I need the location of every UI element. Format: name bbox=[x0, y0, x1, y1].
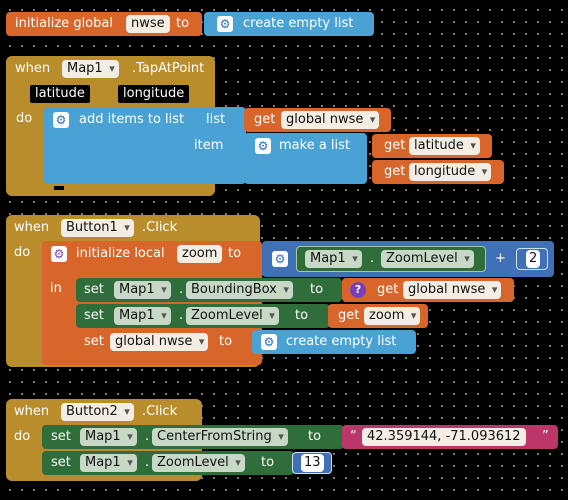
to-label: to bbox=[295, 308, 309, 323]
component-dropdown[interactable]: Map1 bbox=[114, 281, 171, 299]
statement-notch bbox=[54, 186, 64, 190]
get-longitude-block[interactable]: get longitude bbox=[372, 160, 504, 184]
make-a-list-label: make a list bbox=[279, 138, 351, 153]
to-label: to bbox=[308, 429, 322, 444]
get-label: get bbox=[384, 164, 406, 179]
mutator-gear-icon[interactable]: ⚙ bbox=[51, 246, 67, 262]
create-empty-list-label: create empty list bbox=[286, 334, 397, 349]
add-items-to-list-block[interactable]: ⚙ add items to list list item bbox=[44, 107, 246, 184]
dot-label: . bbox=[145, 455, 150, 470]
set-label: set bbox=[84, 334, 104, 349]
plus-operator: + bbox=[495, 251, 506, 266]
set-zoomlevel-block[interactable]: set Map1 . ZoomLevel to bbox=[42, 451, 294, 475]
get-label: get bbox=[254, 112, 276, 127]
create-empty-list-label: create empty list bbox=[243, 16, 354, 31]
number-field[interactable]: 13 bbox=[301, 454, 324, 472]
variable-dropdown[interactable]: global nwse bbox=[403, 281, 502, 299]
do-label: do bbox=[14, 245, 31, 260]
dot-label: . bbox=[145, 429, 150, 444]
item-socket-label: item bbox=[194, 138, 224, 153]
initialize-local-label: initialize local bbox=[76, 246, 165, 261]
get-global-nwse-block[interactable]: ? get global nwse bbox=[342, 278, 514, 302]
to-label: to bbox=[228, 246, 242, 261]
variable-dropdown[interactable]: global nwse bbox=[281, 111, 380, 129]
local-var-name-field[interactable]: zoom bbox=[177, 245, 223, 263]
to-label: to bbox=[261, 455, 275, 470]
set-label: set bbox=[51, 429, 71, 444]
get-label: get bbox=[377, 282, 399, 297]
set-label: set bbox=[84, 282, 104, 297]
set-zoomlevel-block[interactable]: set Map1 . ZoomLevel to bbox=[76, 304, 330, 328]
when-label: when bbox=[14, 404, 50, 419]
variable-dropdown[interactable]: zoom bbox=[364, 307, 421, 325]
mutator-gear-icon[interactable]: ⚙ bbox=[255, 138, 271, 154]
set-boundingbox-block[interactable]: set Map1 . BoundingBox to bbox=[76, 278, 342, 302]
component-dropdown[interactable]: Map1 bbox=[62, 60, 119, 78]
component-dropdown[interactable]: Map1 bbox=[114, 307, 171, 325]
do-label: do bbox=[16, 111, 33, 126]
param-latitude[interactable]: latitude bbox=[30, 85, 90, 103]
set-centerfromstring-block[interactable]: set Map1 . CenterFromString to bbox=[42, 425, 344, 449]
when-label: when bbox=[15, 61, 51, 76]
variable-dropdown[interactable]: global nwse bbox=[110, 333, 209, 351]
when-label: when bbox=[14, 220, 50, 235]
to-label: to bbox=[176, 16, 190, 31]
event-name: .Click bbox=[142, 220, 178, 235]
component-dropdown[interactable]: Map1 bbox=[80, 454, 137, 472]
create-empty-list-block[interactable]: ⚙ create empty list bbox=[204, 12, 374, 36]
component-dropdown[interactable]: Button1 bbox=[61, 219, 134, 237]
mutator-gear-icon[interactable]: ⚙ bbox=[261, 334, 277, 350]
component-dropdown[interactable]: Map1 bbox=[305, 250, 362, 268]
initialize-global-label: initialize global bbox=[15, 16, 113, 31]
variable-dropdown[interactable]: longitude bbox=[409, 163, 492, 181]
initialize-global-block[interactable]: initialize global nwse to bbox=[6, 12, 202, 36]
param-longitude[interactable]: longitude bbox=[118, 85, 190, 103]
open-quote: “ bbox=[350, 429, 357, 444]
get-latitude-block[interactable]: get latitude bbox=[372, 134, 492, 158]
global-var-name-field[interactable]: nwse bbox=[126, 15, 170, 33]
mutator-gear-icon[interactable]: ⚙ bbox=[53, 112, 69, 128]
set-label: set bbox=[84, 308, 104, 323]
create-empty-list-block[interactable]: ⚙ create empty list bbox=[252, 330, 416, 354]
add-items-label: add items to list bbox=[79, 112, 185, 127]
to-label: to bbox=[219, 334, 233, 349]
dot-label: . bbox=[179, 308, 184, 323]
map-zoomlevel-getter[interactable]: Map1 . ZoomLevel bbox=[296, 246, 486, 272]
component-dropdown[interactable]: Map1 bbox=[80, 428, 137, 446]
get-global-nwse-block[interactable]: get global nwse bbox=[244, 108, 391, 132]
close-quote: ” bbox=[542, 429, 549, 444]
property-dropdown[interactable]: ZoomLevel bbox=[152, 454, 245, 472]
event-name: .TapAtPoint bbox=[132, 61, 205, 76]
property-dropdown[interactable]: BoundingBox bbox=[186, 281, 293, 299]
mutator-gear-icon[interactable]: ⚙ bbox=[272, 251, 288, 267]
dot-label: . bbox=[370, 251, 375, 266]
text-string-block[interactable]: “ 42.359144, -71.093612 ” bbox=[342, 425, 558, 449]
to-label: to bbox=[310, 282, 324, 297]
set-label: set bbox=[51, 455, 71, 470]
property-dropdown[interactable]: ZoomLevel bbox=[381, 250, 474, 268]
property-dropdown[interactable]: CenterFromString bbox=[152, 428, 288, 446]
get-zoom-block[interactable]: get zoom bbox=[328, 304, 428, 328]
help-icon[interactable]: ? bbox=[350, 282, 366, 298]
number-block[interactable]: 2 bbox=[516, 248, 548, 270]
variable-dropdown[interactable]: latitude bbox=[409, 137, 480, 155]
in-label: in bbox=[50, 281, 62, 296]
dot-label: . bbox=[179, 282, 184, 297]
get-label: get bbox=[384, 138, 406, 153]
property-dropdown[interactable]: ZoomLevel bbox=[186, 307, 279, 325]
get-label: get bbox=[338, 308, 360, 323]
number-block[interactable]: 13 bbox=[292, 452, 332, 474]
event-name: .Click bbox=[142, 404, 178, 419]
list-socket-label: list bbox=[206, 112, 226, 127]
component-dropdown[interactable]: Button2 bbox=[61, 403, 134, 421]
number-field[interactable]: 2 bbox=[526, 250, 541, 268]
text-value-field[interactable]: 42.359144, -71.093612 bbox=[362, 428, 526, 446]
mutator-gear-icon[interactable]: ⚙ bbox=[217, 16, 233, 32]
set-global-block[interactable]: set global nwse to bbox=[76, 330, 252, 354]
make-a-list-block[interactable]: ⚙ make a list bbox=[244, 133, 367, 184]
do-label: do bbox=[14, 429, 31, 444]
